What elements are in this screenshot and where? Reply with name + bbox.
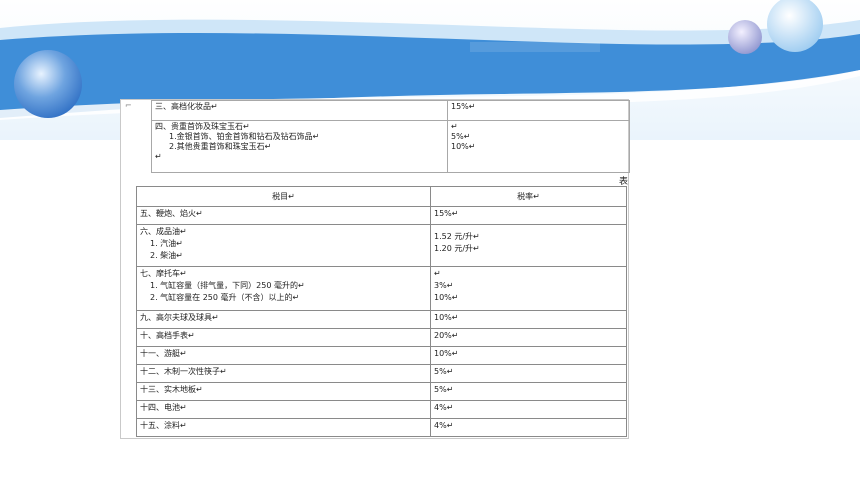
table-row: 十五、涂料↵ 4%↵ <box>136 418 627 437</box>
rate-cell: 10%↵ <box>430 346 627 365</box>
table-row: 三、高档化妆品↵ 15%↵ <box>151 100 630 121</box>
item-title: 七、摩托车↵ <box>140 269 187 278</box>
rate-cell: 15%↵ <box>447 100 630 121</box>
item-cell: 十、高档手表↵ <box>136 328 431 347</box>
table-row: 十四、电池↵ 4%↵ <box>136 400 627 419</box>
table-row: 十三、实木地板↵ 5%↵ <box>136 382 627 401</box>
header-item: 税目↵ <box>136 186 431 207</box>
sub-item: 1. 气缸容量（排气量，下同）250 毫升的↵ <box>150 281 305 290</box>
header-rate: 税率↵ <box>430 186 627 207</box>
table-row: 九、高尔夫球及球具↵ 10%↵ <box>136 310 627 329</box>
table-row: 四、贵重首饰及珠宝玉石↵ 1.金银首饰、铂金首饰和钻石及钻石饰品↵ 2.其他贵重… <box>151 120 630 173</box>
rate-cell: 10%↵ <box>430 310 627 329</box>
return-mark: ↵ <box>155 152 162 161</box>
rate-cell: 15%↵ <box>430 206 627 225</box>
rate-cell: 5%↵ <box>430 382 627 401</box>
sub-item: 1.金银首饰、铂金首饰和钻石及钻石饰品↵ <box>169 132 320 141</box>
item-title: 六、成品油↵ <box>140 227 187 236</box>
sub-item: 2. 柴油↵ <box>150 251 183 260</box>
table-row: 七、摩托车↵ 1. 气缸容量（排气量，下同）250 毫升的↵ 2. 气缸容量在 … <box>136 266 627 311</box>
item-cell: 四、贵重首饰及珠宝玉石↵ 1.金银首饰、铂金首饰和钻石及钻石饰品↵ 2.其他贵重… <box>151 120 448 173</box>
item-title: 四、贵重首饰及珠宝玉石↵ <box>155 122 250 131</box>
rate-cell: ↵ 5%↵ 10%↵ <box>447 120 630 173</box>
item-cell: 十五、涂料↵ <box>136 418 431 437</box>
rate-value: 5%↵ <box>451 132 471 141</box>
item-cell: 六、成品油↵ 1. 汽油↵ 2. 柴油↵ <box>136 224 431 267</box>
rate-cell: ↵ 3%↵ 10%↵ <box>430 266 627 311</box>
rate-value: 10%↵ <box>434 293 459 302</box>
item-cell: 十四、电池↵ <box>136 400 431 419</box>
rate-cell: 4%↵ <box>430 400 627 419</box>
tax-table-bottom: 税目↵ 税率↵ 五、鞭炮、焰火↵ 15%↵ 六、成品油↵ 1. 汽油↵ 2. 柴… <box>136 186 627 437</box>
rate-cell: 4%↵ <box>430 418 627 437</box>
rate-value: 3%↵ <box>434 281 454 290</box>
rate-cell: 20%↵ <box>430 328 627 347</box>
lavender-bubble-icon <box>728 20 762 54</box>
table-row: 十一、游艇↵ 10%↵ <box>136 346 627 365</box>
blue-bubble-icon <box>14 50 82 118</box>
sub-item: 1. 汽油↵ <box>150 239 183 248</box>
table-row: 十二、木制一次性筷子↵ 5%↵ <box>136 364 627 383</box>
item-cell: 三、高档化妆品↵ <box>151 100 448 121</box>
rate-value: 1.52 元/升↵ <box>434 232 480 241</box>
item-cell: 九、高尔夫球及球具↵ <box>136 310 431 329</box>
corner-mark: ⌐ <box>125 101 132 110</box>
rate-cell: 5%↵ <box>430 364 627 383</box>
document-image: ⌐ 三、高档化妆品↵ 15%↵ 四、贵重首饰及珠宝玉石↵ 1.金银首饰、铂金首饰… <box>120 99 630 439</box>
rate-cell: 1.52 元/升↵ 1.20 元/升↵ <box>430 224 627 267</box>
table-header-row: 税目↵ 税率↵ <box>136 186 627 207</box>
sub-item: 2. 气缸容量在 250 毫升（不含）以上的↵ <box>150 293 300 302</box>
table-row: 五、鞭炮、焰火↵ 15%↵ <box>136 206 627 225</box>
rate-value: 1.20 元/升↵ <box>434 244 480 253</box>
table-row: 十、高档手表↵ 20%↵ <box>136 328 627 347</box>
tax-table-top: 三、高档化妆品↵ 15%↵ 四、贵重首饰及珠宝玉石↵ 1.金银首饰、铂金首饰和钻… <box>151 100 630 173</box>
item-cell: 五、鞭炮、焰火↵ <box>136 206 431 225</box>
rate-value: ↵ <box>434 269 441 278</box>
table-row: 六、成品油↵ 1. 汽油↵ 2. 柴油↵ 1.52 元/升↵ 1.20 元/升↵ <box>136 224 627 267</box>
rate-value: ↵ <box>451 122 458 131</box>
sub-item: 2.其他贵重首饰和珠宝玉石↵ <box>169 142 272 151</box>
item-cell: 十二、木制一次性筷子↵ <box>136 364 431 383</box>
item-cell: 七、摩托车↵ 1. 气缸容量（排气量，下同）250 毫升的↵ 2. 气缸容量在 … <box>136 266 431 311</box>
item-cell: 十三、实木地板↵ <box>136 382 431 401</box>
item-cell: 十一、游艇↵ <box>136 346 431 365</box>
rate-value: 10%↵ <box>451 142 476 151</box>
